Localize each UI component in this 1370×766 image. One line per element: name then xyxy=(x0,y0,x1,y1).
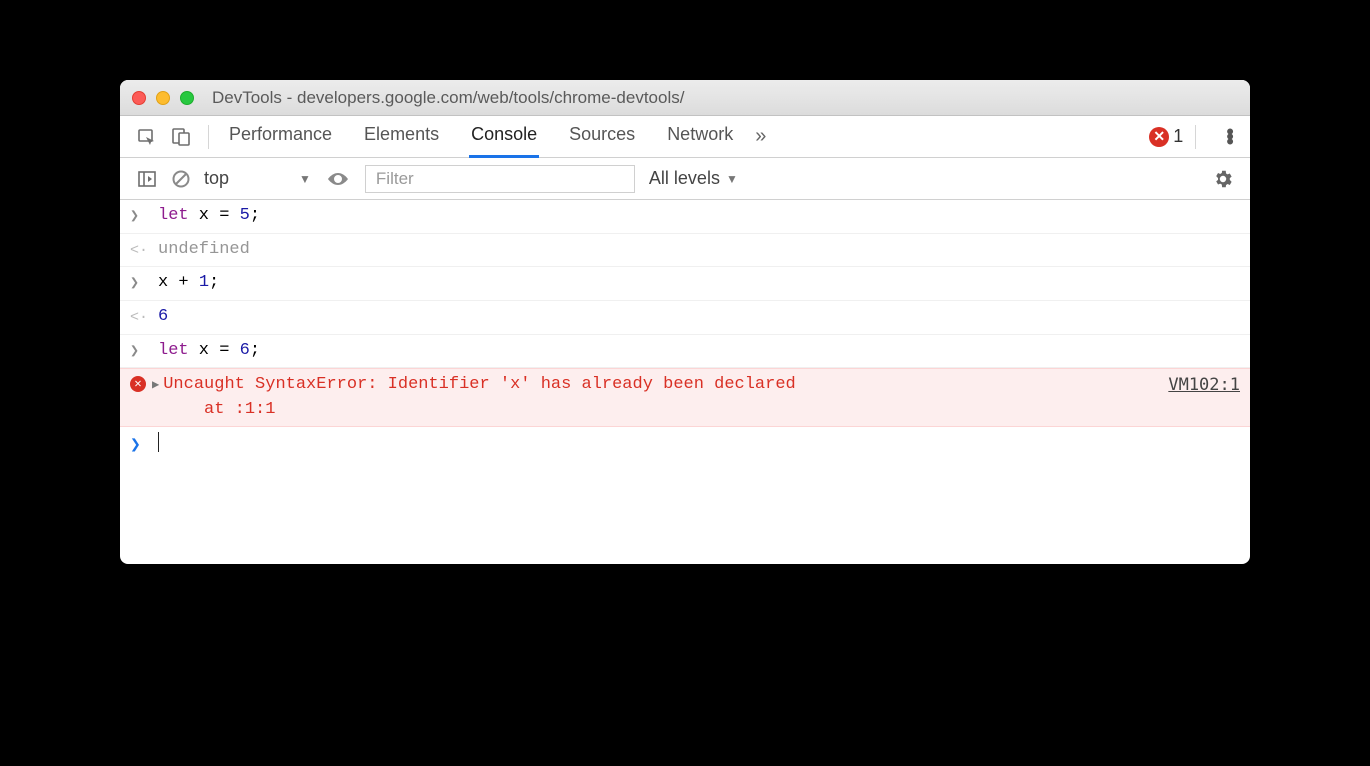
console-row: ❯ x + 1; xyxy=(120,267,1250,301)
log-levels-selector[interactable]: All levels ▼ xyxy=(649,168,738,189)
error-count[interactable]: 1 xyxy=(1173,126,1183,147)
dropdown-triangle-icon: ▼ xyxy=(726,172,738,186)
traffic-lights xyxy=(132,91,194,105)
dropdown-triangle-icon: ▼ xyxy=(299,172,311,186)
console-input-line: let x = 5; xyxy=(158,204,1240,229)
window-title: DevTools - developers.google.com/web/too… xyxy=(212,88,684,108)
clear-console-icon[interactable] xyxy=(168,166,194,192)
error-source-link[interactable]: VM102:1 xyxy=(1148,373,1240,398)
tab-performance[interactable]: Performance xyxy=(227,115,334,158)
input-chevron-icon: ❯ xyxy=(130,206,139,228)
console-row: <· 6 xyxy=(120,301,1250,335)
console-output-line: undefined xyxy=(158,238,1240,263)
toggle-sidebar-icon[interactable] xyxy=(134,166,160,192)
close-window-button[interactable] xyxy=(132,91,146,105)
tab-console[interactable]: Console xyxy=(469,115,539,158)
console-row: ❯ let x = 6; xyxy=(120,335,1250,369)
input-chevron-icon: ❯ xyxy=(130,341,139,363)
live-expression-icon[interactable] xyxy=(325,166,351,192)
toggle-device-icon[interactable] xyxy=(168,124,194,150)
prompt-chevron-icon: ❯ xyxy=(130,433,141,459)
devtools-window: DevTools - developers.google.com/web/too… xyxy=(120,80,1250,564)
minimize-window-button[interactable] xyxy=(156,91,170,105)
error-icon: ✕ xyxy=(130,376,146,392)
console-settings-icon[interactable] xyxy=(1210,166,1236,192)
levels-label: All levels xyxy=(649,168,720,189)
expand-error-icon[interactable]: ▶ xyxy=(152,377,159,394)
titlebar: DevTools - developers.google.com/web/too… xyxy=(120,80,1250,116)
toolbar-divider xyxy=(1195,125,1196,149)
console-input-line: x + 1; xyxy=(158,271,1240,296)
output-chevron-icon: <· xyxy=(130,240,148,262)
panel-tabs: Performance Elements Console Sources Net… xyxy=(227,115,735,158)
console-filter-bar: top ▼ All levels ▼ xyxy=(120,158,1250,200)
console-input[interactable] xyxy=(158,431,1240,456)
filter-input[interactable] xyxy=(365,165,635,193)
context-label: top xyxy=(204,168,229,189)
tab-elements[interactable]: Elements xyxy=(362,115,441,158)
zoom-window-button[interactable] xyxy=(180,91,194,105)
error-badge-icon[interactable]: ✕ xyxy=(1149,127,1169,147)
console-prompt[interactable]: ❯ xyxy=(120,427,1250,463)
input-chevron-icon: ❯ xyxy=(130,273,139,295)
tab-network[interactable]: Network xyxy=(665,115,735,158)
console-input-line: let x = 6; xyxy=(158,339,1240,364)
more-tabs-button[interactable]: » xyxy=(755,125,766,148)
error-message: Uncaught SyntaxError: Identifier 'x' has… xyxy=(163,373,1148,422)
console-output: ❯ let x = 5; <· undefined ❯ x + 1; <· 6 ❯ let x =… xyxy=(120,200,1250,564)
console-output-line: 6 xyxy=(158,305,1240,330)
console-row: <· undefined xyxy=(120,234,1250,268)
settings-menu-button[interactable]: ••• xyxy=(1220,127,1240,146)
console-row: ❯ let x = 5; xyxy=(120,200,1250,234)
tab-sources[interactable]: Sources xyxy=(567,115,637,158)
main-toolbar: Performance Elements Console Sources Net… xyxy=(120,116,1250,158)
context-selector[interactable]: top ▼ xyxy=(204,168,311,189)
toolbar-divider xyxy=(208,125,209,149)
output-chevron-icon: <· xyxy=(130,307,148,329)
console-row: ✕ ▶Uncaught SyntaxError: Identifier 'x' h… xyxy=(120,368,1250,427)
inspect-element-icon[interactable] xyxy=(134,124,160,150)
